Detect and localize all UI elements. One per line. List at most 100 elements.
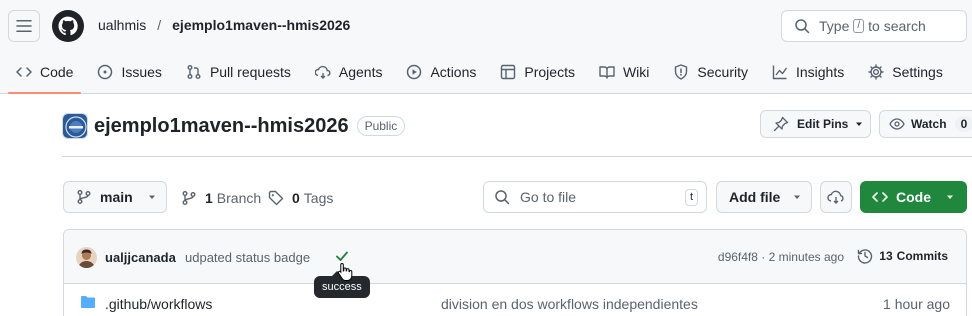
search-icon [795, 19, 810, 34]
commits-label: Commits [896, 249, 948, 263]
tag-icon [268, 190, 284, 206]
branch-label: Branch [216, 190, 262, 206]
branches-link[interactable]: 1 Branch [181, 190, 261, 206]
branch-count: 1 [205, 190, 213, 206]
tab-label: Code [40, 63, 74, 80]
tab-security[interactable]: Security [665, 55, 756, 88]
tab-wiki[interactable]: Wiki [591, 55, 657, 88]
graph-icon [772, 65, 788, 79]
triangle-down-icon [794, 195, 801, 199]
visibility-badge: Public [356, 116, 406, 136]
file-table: ualjjcanada udpated status badge success… [63, 229, 967, 316]
edit-pins-label: Edit Pins [797, 117, 849, 131]
user-avatar-icon [76, 247, 97, 268]
watch-count: 0 [954, 116, 972, 132]
agent-icon [314, 65, 331, 79]
code-icon [872, 192, 888, 202]
tab-label: Settings [892, 63, 943, 80]
tab-issues[interactable]: Issues [89, 55, 169, 88]
search-input[interactable]: Type / to search [781, 10, 967, 42]
search-shortcut-key: / [853, 19, 865, 33]
issue-opened-icon [98, 64, 113, 79]
latest-commit-row: ualjjcanada udpated status badge success… [64, 230, 966, 298]
code-icon [16, 66, 32, 77]
repo-title[interactable]: ejemplo1maven--hmis2026 [94, 115, 349, 138]
tab-label: Actions [430, 63, 477, 80]
breadcrumb-separator: / [157, 17, 162, 33]
triangle-down-icon [856, 122, 863, 126]
history-icon [858, 249, 873, 264]
cloud-download-icon [827, 190, 844, 204]
edit-pins-button[interactable]: Edit Pins [760, 110, 871, 138]
commits-count: 13 [879, 249, 893, 263]
code-button[interactable]: Code [860, 181, 967, 213]
search-icon [495, 190, 510, 205]
triangle-down-icon [947, 195, 953, 199]
tab-label: Issues [121, 63, 162, 80]
tab-settings[interactable]: Settings [860, 55, 951, 88]
shield-icon [675, 63, 688, 80]
section-divider [62, 156, 972, 157]
tab-insights[interactable]: Insights [764, 55, 852, 88]
branch-select-button[interactable]: main [63, 181, 167, 213]
author-avatar[interactable] [76, 247, 97, 268]
tab-label: Security [697, 63, 748, 80]
gear-icon [868, 63, 884, 80]
github-logo-icon[interactable] [52, 10, 84, 42]
check-icon[interactable] [335, 249, 349, 263]
tab-projects[interactable]: Projects [492, 55, 583, 88]
tab-label: Projects [524, 63, 575, 80]
file-time: 1 hour ago [883, 296, 950, 312]
eye-icon [889, 118, 905, 130]
repo-avatar [62, 113, 88, 139]
tag-count: 0 [292, 190, 300, 206]
add-file-label: Add file [729, 189, 781, 205]
search-placeholder-end: to search [868, 18, 926, 34]
watch-button[interactable]: Watch 0 [879, 110, 972, 138]
git-pull-request-icon [187, 64, 201, 79]
tab-label: Agents [338, 63, 383, 80]
menu-button[interactable] [8, 10, 40, 42]
app-header: ualhmis / ejemplo1maven--hmis2026 Type /… [0, 0, 972, 94]
commit-author[interactable]: ualjjcanada [105, 250, 176, 265]
table-row[interactable]: .github/workflows division en dos workfl… [64, 284, 966, 316]
tab-code[interactable]: Code [8, 55, 82, 94]
tag-label: Tags [303, 190, 334, 206]
go-to-file-placeholder: Go to file [520, 189, 577, 205]
hand-cursor-icon [337, 262, 353, 281]
table-icon [501, 64, 516, 79]
folder-icon [81, 296, 95, 308]
play-icon [407, 64, 422, 79]
file-commit-message[interactable]: division en dos workflows independientes [441, 296, 698, 312]
book-icon [599, 65, 615, 79]
commit-message[interactable]: udpated status badge [185, 250, 310, 265]
tab-label: Wiki [622, 63, 650, 80]
watch-label: Watch [911, 117, 947, 131]
tab-label: Pull requests [209, 63, 291, 80]
triangle-down-icon [148, 195, 155, 199]
file-name[interactable]: .github/workflows [105, 296, 212, 312]
repo-nav: Code Issues Pull requests Agents Actions… [8, 55, 959, 94]
search-placeholder-start: Type [819, 18, 850, 34]
repo-title-row: ejemplo1maven--hmis2026 Public [62, 112, 406, 140]
git-branch-icon [182, 191, 196, 205]
hamburger-icon [16, 20, 32, 32]
go-to-file-input[interactable]: Go to file t [483, 181, 707, 213]
tab-actions[interactable]: Actions [398, 55, 484, 88]
university-seal-icon [63, 114, 87, 138]
repo-link[interactable]: ejemplo1maven--hmis2026 [172, 17, 350, 33]
pin-icon [773, 116, 789, 132]
codespaces-button[interactable] [820, 181, 852, 213]
git-branch-icon [77, 190, 91, 204]
add-file-button[interactable]: Add file [716, 181, 812, 213]
tab-label: Insights [795, 63, 845, 80]
commits-link[interactable]: 13 Commits [857, 248, 948, 264]
go-to-file-shortcut: t [684, 189, 698, 206]
tags-link[interactable]: 0 Tags [268, 190, 333, 206]
tab-pull-requests[interactable]: Pull requests [178, 55, 299, 88]
code-button-label: Code [896, 189, 931, 205]
tab-agents[interactable]: Agents [307, 55, 391, 88]
owner-link[interactable]: ualhmis [98, 17, 146, 33]
commit-sha-time[interactable]: d96f4f8 · 2 minutes ago [718, 250, 844, 264]
branch-name: main [100, 189, 133, 205]
